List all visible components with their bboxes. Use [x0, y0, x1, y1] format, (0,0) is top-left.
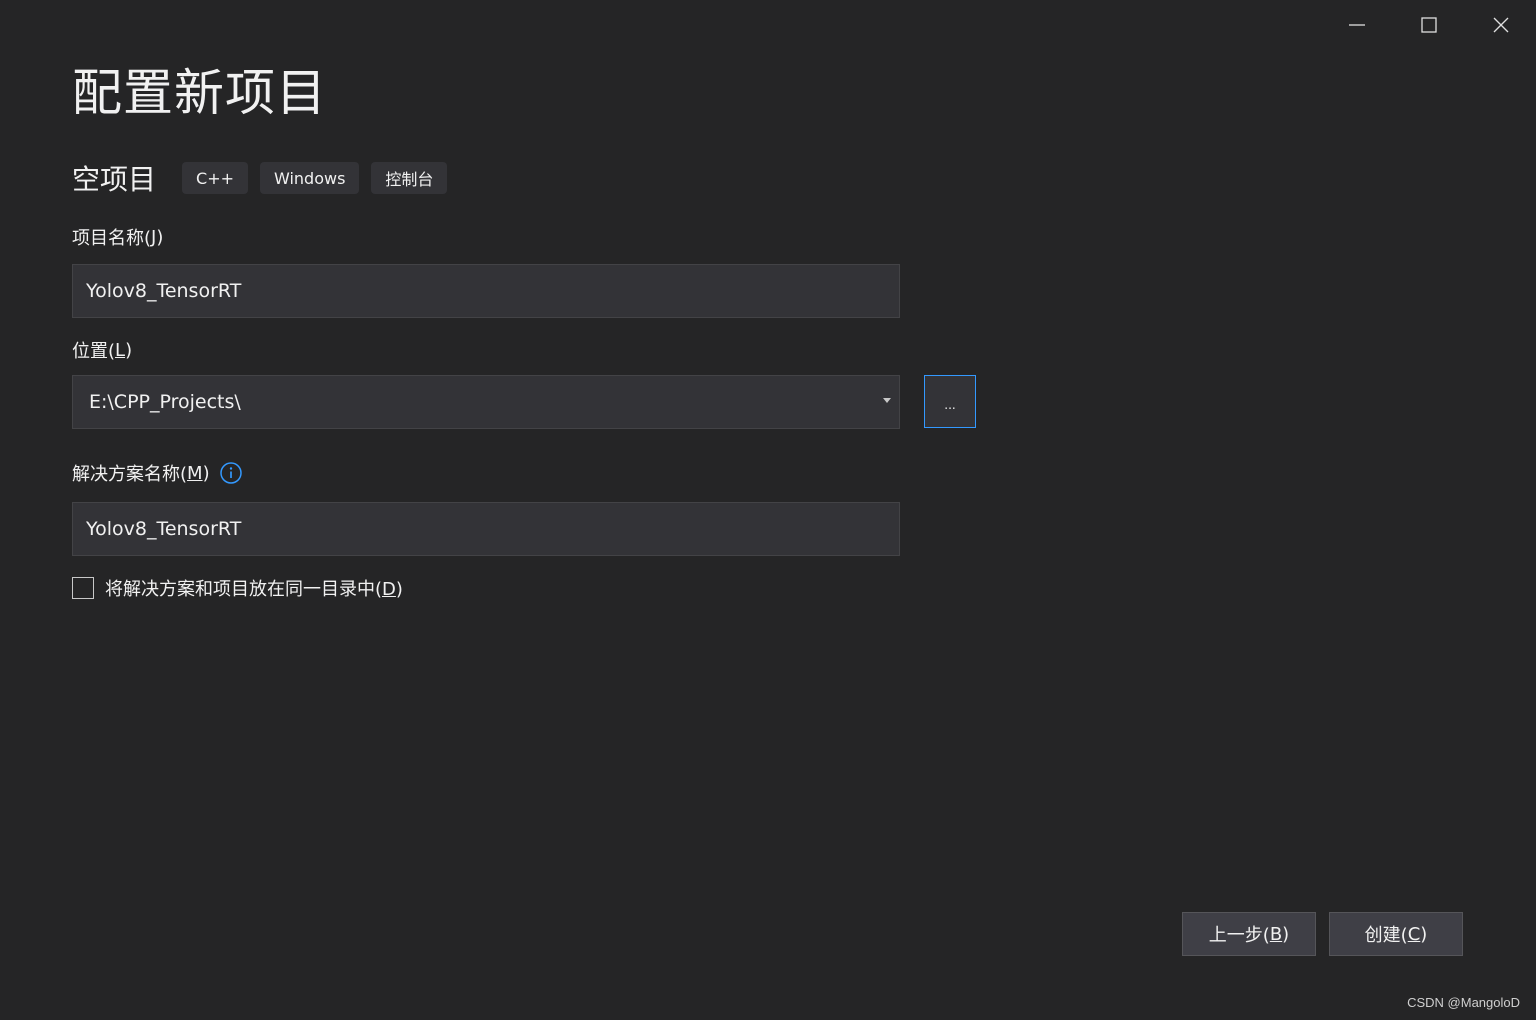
- same-directory-label-end: ): [395, 579, 403, 600]
- project-name-label: 项目名称(J): [72, 224, 163, 250]
- tag-project-type: 控制台: [371, 162, 448, 194]
- template-info: 空项目 C++ Windows 控制台: [72, 158, 459, 198]
- create-button-access-key: C: [1407, 923, 1421, 945]
- solution-name-label-text: 解决方案名称(: [72, 464, 188, 485]
- tag-platform: Windows: [260, 162, 360, 194]
- same-directory-option[interactable]: 将解决方案和项目放在同一目录中(D): [72, 575, 403, 601]
- location-access-key: L: [115, 339, 126, 361]
- close-icon: [1493, 17, 1509, 33]
- location-label-text: 位置(: [72, 341, 116, 362]
- project-name-label-end: ): [156, 226, 164, 248]
- back-button-label: 上一步(: [1208, 925, 1270, 946]
- maximize-icon: [1421, 17, 1437, 33]
- create-button[interactable]: 创建(C): [1329, 912, 1463, 956]
- location-label-end: ): [125, 339, 133, 361]
- page-title: 配置新项目: [72, 64, 327, 122]
- solution-name-value: Yolov8_TensorRT: [86, 518, 242, 540]
- same-directory-label-text: 将解决方案和项目放在同一目录中(: [105, 579, 383, 600]
- close-button[interactable]: [1465, 0, 1536, 50]
- same-directory-access-key: D: [382, 579, 396, 600]
- solution-name-label-end: ): [202, 462, 210, 484]
- same-directory-checkbox[interactable]: [72, 577, 94, 599]
- template-name: 空项目: [72, 163, 157, 196]
- project-name-label-text: 项目名称(: [72, 228, 152, 249]
- location-label: 位置(L): [72, 337, 132, 363]
- watermark: CSDN @MangoloD: [1407, 995, 1520, 1010]
- configure-project-window: 配置新项目 空项目 C++ Windows 控制台 项目名称(J) Yolov8…: [0, 0, 1536, 1020]
- tag-language: C++: [182, 162, 248, 194]
- maximize-button[interactable]: [1393, 0, 1465, 50]
- minimize-icon: [1349, 24, 1365, 26]
- browse-button[interactable]: ...: [924, 375, 976, 428]
- project-name-value: Yolov8_TensorRT: [86, 280, 242, 302]
- location-combobox[interactable]: E:\CPP_Projects\: [72, 375, 900, 429]
- minimize-button[interactable]: [1321, 0, 1393, 50]
- back-button-label-end: ): [1282, 923, 1290, 945]
- project-name-input[interactable]: Yolov8_TensorRT: [72, 264, 900, 318]
- solution-name-label: 解决方案名称(M): [72, 460, 242, 486]
- browse-button-label: ...: [944, 397, 956, 412]
- back-button-access-key: B: [1269, 923, 1283, 945]
- create-button-label: 创建(: [1364, 925, 1408, 946]
- solution-name-input[interactable]: Yolov8_TensorRT: [72, 502, 900, 556]
- same-directory-label[interactable]: 将解决方案和项目放在同一目录中(D): [105, 575, 403, 601]
- solution-name-access-key: M: [187, 462, 203, 484]
- create-button-label-end: ): [1420, 923, 1428, 945]
- info-icon[interactable]: [219, 462, 242, 484]
- location-value: E:\CPP_Projects\: [89, 391, 241, 413]
- chevron-down-icon[interactable]: [883, 398, 891, 403]
- back-button[interactable]: 上一步(B): [1182, 912, 1316, 956]
